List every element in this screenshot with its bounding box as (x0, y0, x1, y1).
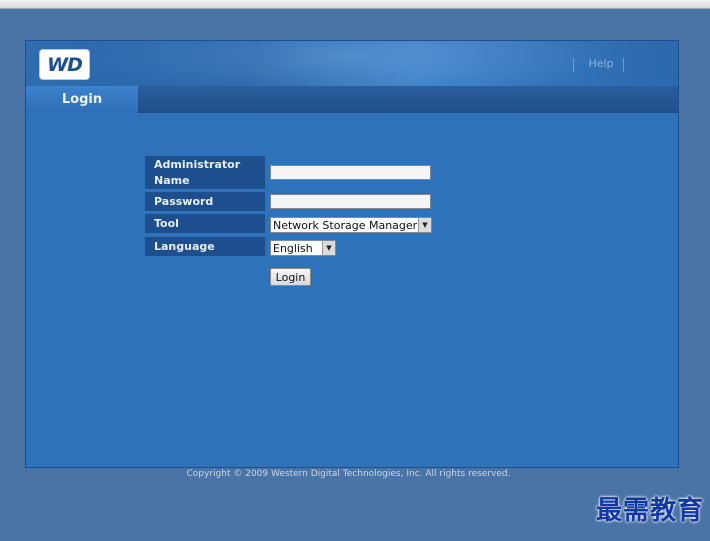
login-button[interactable]: Login (270, 268, 311, 286)
dropdown-arrow-icon[interactable]: ▼ (418, 218, 431, 232)
wd-logo: WD (39, 49, 90, 80)
browser-top-strip (0, 0, 710, 9)
divider (623, 58, 624, 72)
admin-name-field[interactable] (270, 165, 431, 180)
tool-select-value: Network Storage Manager (273, 218, 418, 232)
tool-select[interactable]: Network Storage Manager ▼ (270, 217, 432, 233)
divider (573, 58, 574, 72)
dropdown-arrow-icon[interactable]: ▼ (322, 241, 335, 255)
password-label: Password (145, 192, 265, 211)
tab-login[interactable]: Login (26, 86, 138, 113)
header-bar: WD Help (26, 41, 678, 101)
language-label: Language (145, 237, 265, 256)
tab-bar: Login (26, 86, 678, 113)
language-select[interactable]: English ▼ (270, 240, 336, 256)
admin-name-label: Administrator Name (145, 156, 265, 189)
copyright-text: Copyright © 2009 Western Digital Technol… (186, 469, 511, 479)
password-field[interactable] (270, 194, 431, 209)
tool-label: Tool (145, 214, 265, 233)
language-select-value: English (273, 241, 313, 255)
login-panel: WD Help Login Administrator Name Passwor… (25, 40, 679, 468)
help-link[interactable]: Help (582, 57, 620, 70)
watermark-text: 最需教育 (595, 496, 704, 526)
